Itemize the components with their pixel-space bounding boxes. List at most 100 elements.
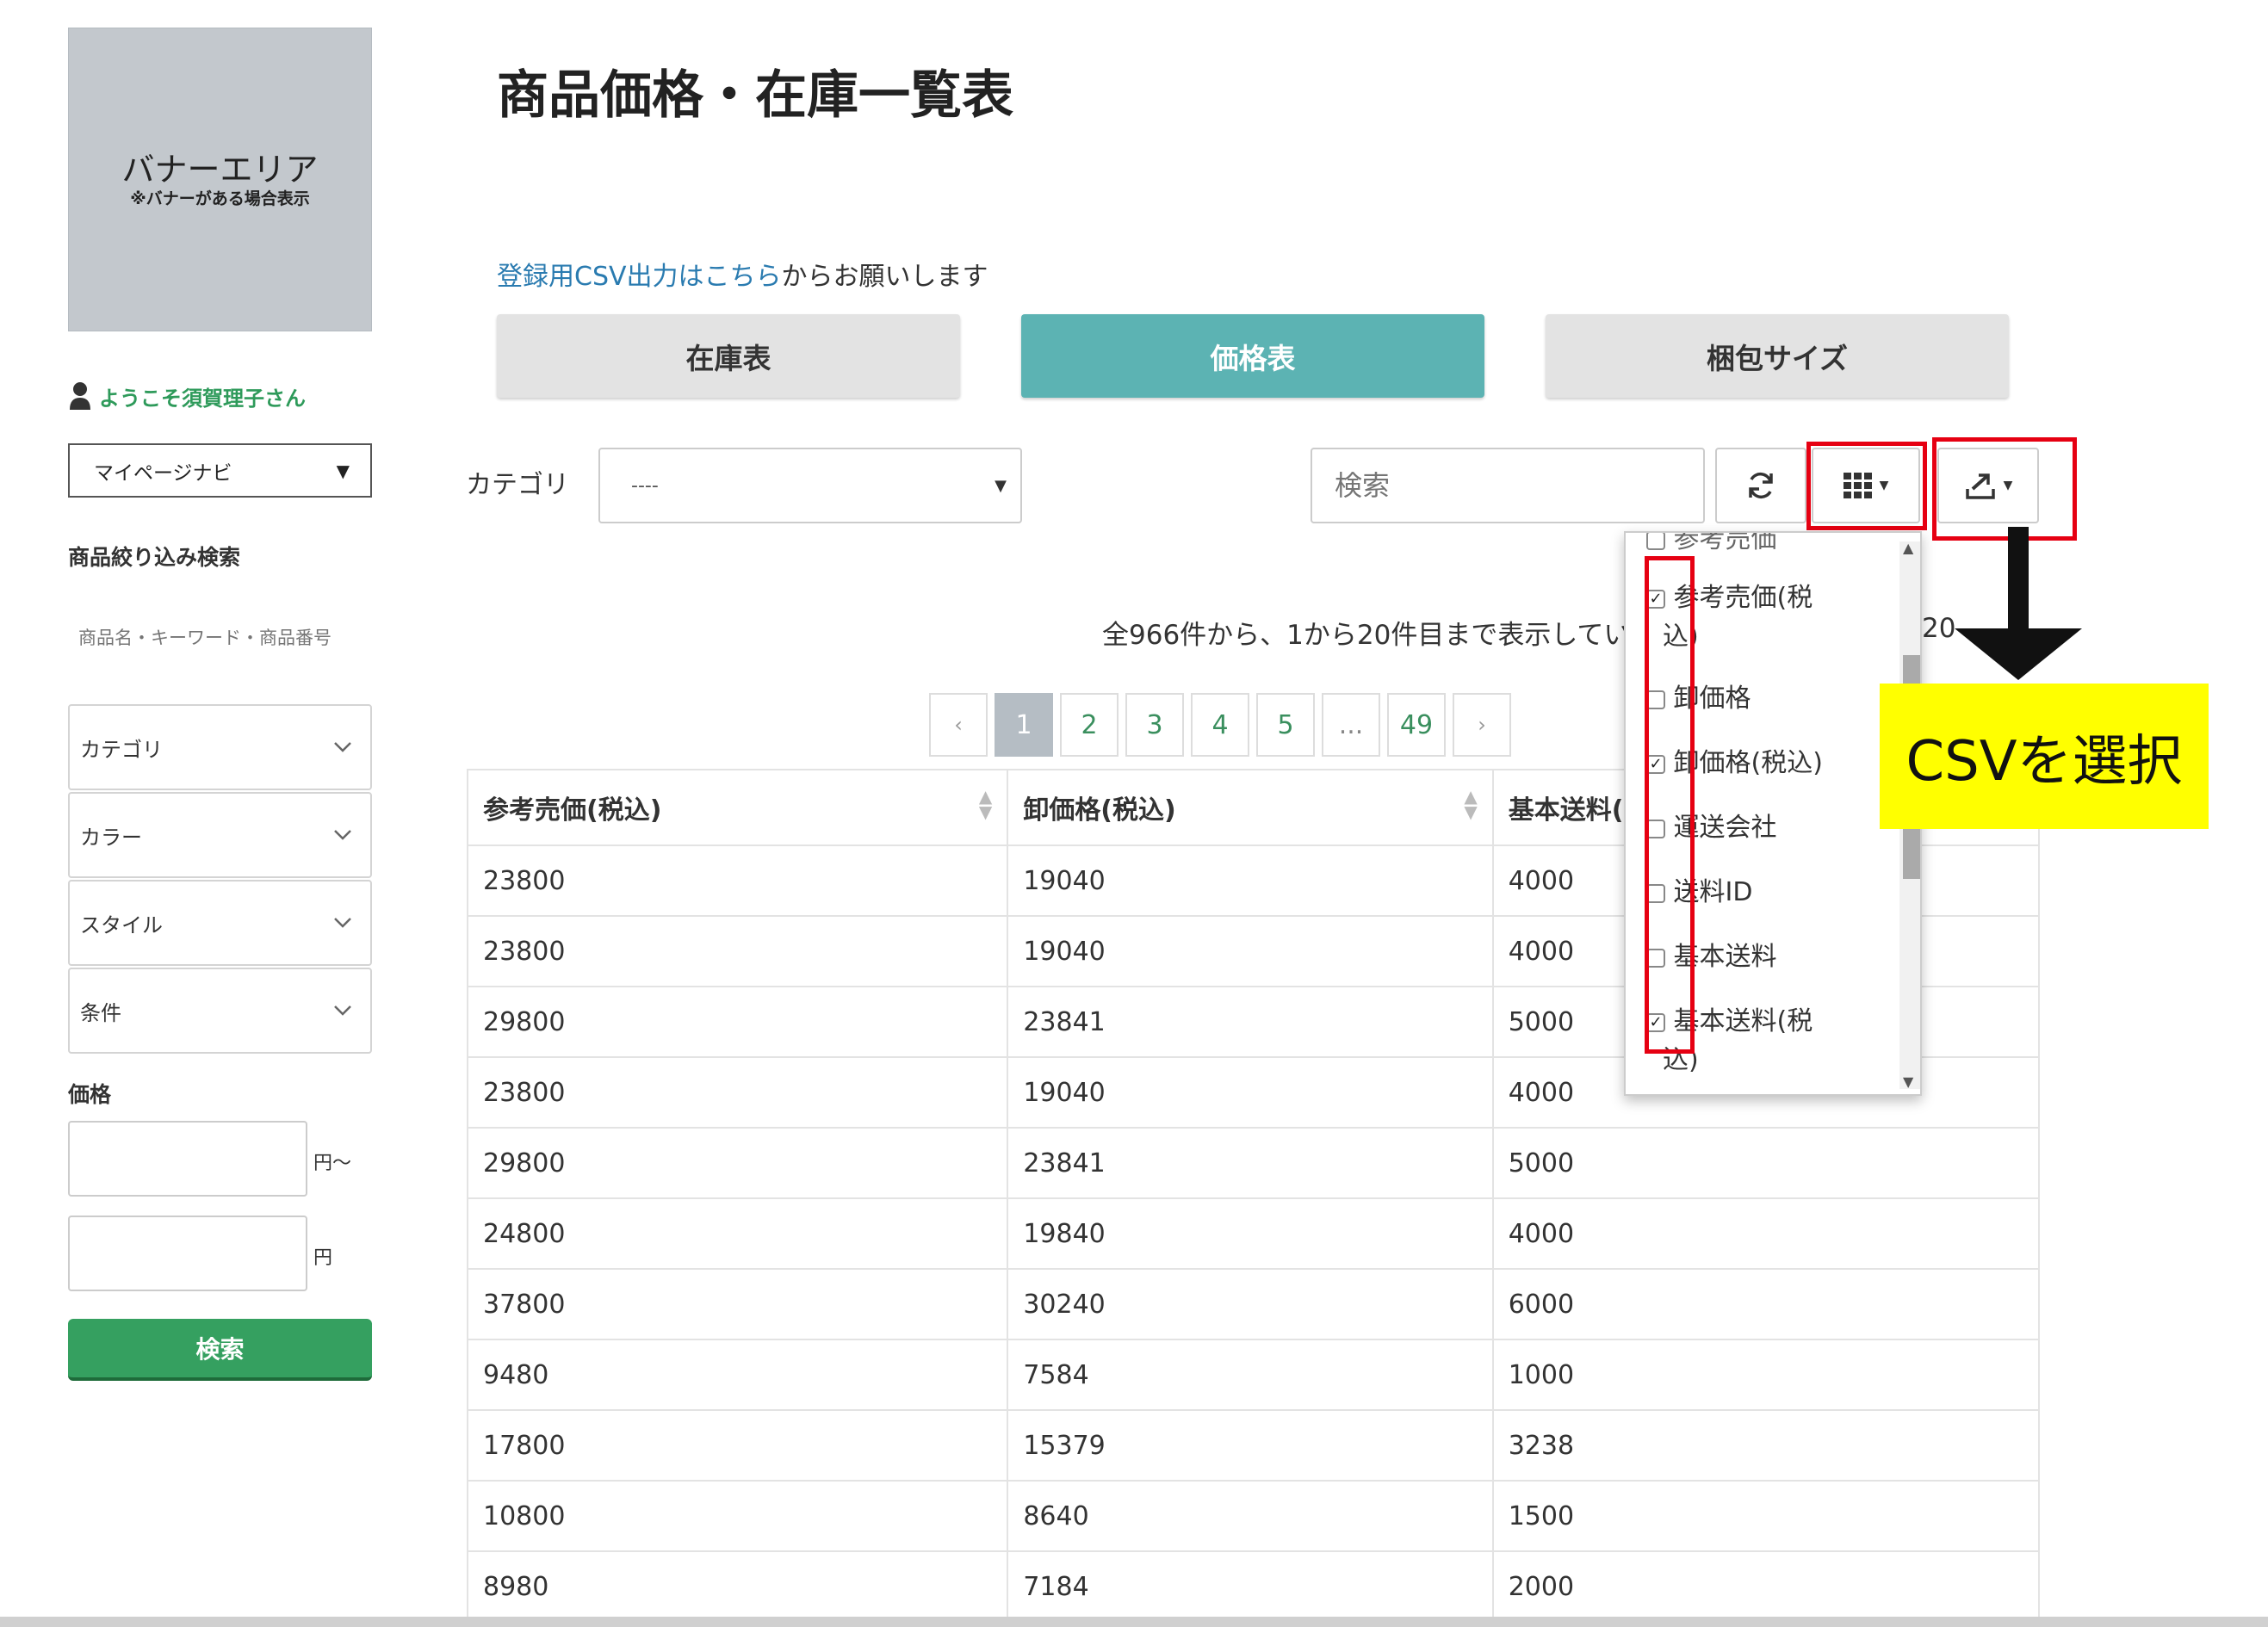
refresh-button[interactable] <box>1715 448 1806 523</box>
table-row: 17800 15379 3238 <box>466 1409 2041 1482</box>
table-cell: 4000 <box>1491 1197 2041 1270</box>
columns-button-highlight <box>1806 442 1927 530</box>
welcome-message: ようこそ須賀理子さん <box>68 379 306 413</box>
page-3[interactable]: 3 <box>1125 693 1184 757</box>
header-label: 基本送料( <box>1508 795 1624 826</box>
bottom-scrollbar[interactable] <box>0 1617 2268 1627</box>
filter-style[interactable]: スタイル <box>68 880 372 966</box>
user-icon <box>70 382 90 410</box>
table-cell: 37800 <box>466 1268 1009 1340</box>
table-cell: 2000 <box>1491 1550 2041 1623</box>
table-row: 24800 19840 4000 <box>466 1197 2041 1270</box>
welcome-text: ようこそ須賀理子さん <box>99 386 306 411</box>
table-row: 10800 8640 1500 <box>466 1480 2041 1552</box>
dropdown-item-partial[interactable]: 参考売価 <box>1646 531 1777 555</box>
page-prev[interactable]: ‹ <box>929 693 988 757</box>
table-row: 29800 23841 5000 <box>466 1127 2041 1199</box>
page-2[interactable]: 2 <box>1060 693 1119 757</box>
price-min-input[interactable] <box>68 1121 307 1197</box>
banner-area: バナーエリア ※バナーがある場合表示 <box>68 28 372 331</box>
table-cell: 19040 <box>1007 1056 1494 1129</box>
csv-note: 登録用CSV出力はこちらからお願いします <box>497 255 988 293</box>
dropdown-item-label: 卸価格(税込) <box>1673 748 1823 778</box>
filter-category-label: カテゴリ <box>80 737 163 762</box>
table-row: 9480 7584 1000 <box>466 1339 2041 1411</box>
csv-export-link[interactable]: 登録用CSV出力はこちら <box>497 262 782 292</box>
table-cell: 3238 <box>1491 1409 2041 1482</box>
table-cell: 30240 <box>1007 1268 1494 1340</box>
table-cell: 19040 <box>1007 844 1494 917</box>
arrow-down-icon <box>1955 527 2082 680</box>
scroll-up-icon[interactable]: ▲ <box>1903 540 1913 556</box>
per-page-select[interactable]: 20 <box>1922 613 1955 644</box>
table-cell: 10800 <box>466 1480 1009 1552</box>
table-cell: 24800 <box>466 1197 1009 1270</box>
table-cell: 1500 <box>1491 1480 2041 1552</box>
category-select[interactable]: ---- ▼ <box>598 448 1022 523</box>
chevron-down-icon <box>334 742 351 752</box>
tab-price[interactable]: 価格表 <box>1021 314 1484 398</box>
table-cell: 9480 <box>466 1339 1009 1411</box>
csv-callout: CSVを選択 <box>1880 684 2209 829</box>
filter-category[interactable]: カテゴリ <box>68 704 372 790</box>
chevron-down-icon <box>334 918 351 928</box>
banner-title: バナーエリア <box>121 150 319 189</box>
table-search-input[interactable] <box>1311 448 1705 523</box>
chevron-down-icon <box>334 830 351 840</box>
tab-stock[interactable]: 在庫表 <box>497 314 960 398</box>
page-ellipsis: ... <box>1322 693 1380 757</box>
table-cell: 23841 <box>1007 1127 1494 1199</box>
table-cell: 23800 <box>466 1056 1009 1129</box>
header-wholesale-price[interactable]: 卸価格(税込) ▲ ▼ <box>1007 769 1494 846</box>
table-cell: 7584 <box>1007 1339 1494 1411</box>
scroll-down-icon[interactable]: ▼ <box>1903 1073 1913 1090</box>
table-cell: 6000 <box>1491 1268 2041 1340</box>
caret-down-icon: ▼ <box>336 460 350 481</box>
dropdown-item-label: 参考売価 <box>1673 531 1777 554</box>
results-info: 全966件から、1から20件目まで表示してい <box>1102 620 1631 651</box>
table-cell: 23841 <box>1007 986 1494 1058</box>
pagination: ‹ 1 2 3 4 5 ... 49 › <box>929 693 1511 757</box>
price-to-suffix: 円 <box>313 1247 333 1269</box>
category-label: カテゴリ <box>466 470 569 500</box>
refresh-icon <box>1749 472 1773 499</box>
sidebar-search-button[interactable]: 検索 <box>68 1319 372 1381</box>
mypage-nav-select[interactable]: マイページナビ ▼ <box>68 443 372 498</box>
table-cell: 29800 <box>466 986 1009 1058</box>
filter-heading: 商品絞り込み検索 <box>68 545 241 570</box>
table-cell: 19040 <box>1007 915 1494 987</box>
page-next[interactable]: › <box>1453 693 1511 757</box>
filter-color[interactable]: カラー <box>68 792 372 878</box>
csv-note-text: からお願いします <box>781 262 988 292</box>
table-cell: 5000 <box>1491 1127 2041 1199</box>
table-cell: 29800 <box>466 1127 1009 1199</box>
table-cell: 8980 <box>466 1550 1009 1623</box>
sort-icon: ▲ ▼ <box>1464 786 1478 822</box>
sort-icon: ▲ ▼ <box>978 786 993 822</box>
page-title: 商品価格・在庫一覧表 <box>497 65 1013 126</box>
table-cell: 23800 <box>466 844 1009 917</box>
table-row: 8980 7184 2000 <box>466 1550 2041 1623</box>
page-5[interactable]: 5 <box>1256 693 1315 757</box>
filter-condition[interactable]: 条件 <box>68 968 372 1054</box>
checkbox[interactable] <box>1646 533 1665 550</box>
table-cell: 23800 <box>466 915 1009 987</box>
table-cell: 8640 <box>1007 1480 1494 1552</box>
table-cell: 7184 <box>1007 1550 1494 1623</box>
mypage-nav-label: マイページナビ <box>94 461 232 485</box>
header-reference-price[interactable]: 参考売価(税込) ▲ ▼ <box>466 769 1009 846</box>
table-cell: 15379 <box>1007 1409 1494 1482</box>
table-cell: 19840 <box>1007 1197 1494 1270</box>
checkbox-column-highlight <box>1645 556 1695 1054</box>
table-row: 37800 30240 6000 <box>466 1268 2041 1340</box>
page-4[interactable]: 4 <box>1191 693 1249 757</box>
keyword-search-input[interactable] <box>68 613 372 663</box>
page-49[interactable]: 49 <box>1387 693 1446 757</box>
price-max-input[interactable] <box>68 1216 307 1291</box>
price-from-suffix: 円〜 <box>313 1153 352 1174</box>
tab-package-size[interactable]: 梱包サイズ <box>1546 314 2009 398</box>
table-cell: 1000 <box>1491 1339 2041 1411</box>
caret-down-icon: ▼ <box>995 476 1007 495</box>
page-1[interactable]: 1 <box>995 693 1053 757</box>
table-cell: 17800 <box>466 1409 1009 1482</box>
